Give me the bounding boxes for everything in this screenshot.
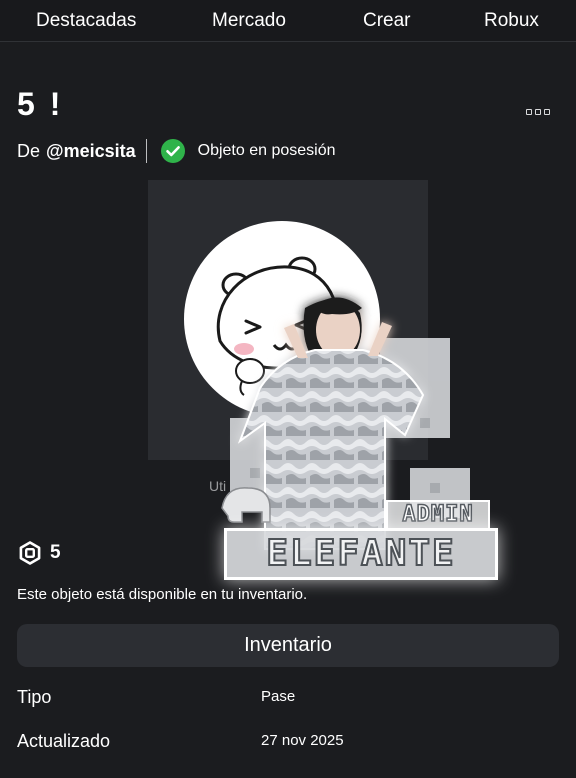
creator-prefix: De: [17, 140, 41, 161]
more-dot: [535, 109, 541, 115]
more-dot: [544, 109, 550, 115]
creator-divider: [145, 139, 147, 163]
nav-robux[interactable]: Robux: [484, 0, 539, 41]
nav-destacadas[interactable]: Destacadas: [36, 0, 136, 41]
price-value: 5: [50, 542, 61, 563]
top-navigation: Destacadas Mercado Crear Robux: [0, 0, 576, 42]
creator-link[interactable]: @meicsita: [46, 141, 136, 162]
more-options-icon[interactable]: [523, 104, 553, 120]
robux-icon: [19, 541, 41, 565]
detail-value-tipo: Pase: [261, 688, 296, 705]
availability-text: Este objeto está disponible en tu invent…: [17, 586, 308, 603]
more-dot: [526, 109, 532, 115]
creator-row: De @meicsita Objeto en posesión: [17, 138, 336, 164]
nav-crear[interactable]: Crear: [363, 0, 411, 41]
detail-value-actualizado: 27 nov 2025: [261, 732, 344, 749]
sticker-elefante-label: ELEFANTE: [224, 528, 498, 580]
item-title: 5 !: [17, 86, 64, 122]
item-details-page: Destacadas Mercado Crear Robux 5 ! De @m…: [0, 0, 576, 778]
detail-label-actualizado: Actualizado: [17, 731, 111, 751]
detail-label-tipo: Tipo: [17, 687, 52, 707]
owned-check-icon: [160, 139, 185, 163]
inventory-button[interactable]: Inventario: [17, 624, 559, 667]
admin-sticker-overlay: ADMIN ELEFANTE: [210, 268, 500, 588]
sticker-admin-label: ADMIN: [386, 500, 490, 530]
nav-mercado[interactable]: Mercado: [212, 0, 286, 41]
owned-status-text: Objeto en posesión: [197, 142, 336, 159]
price-row: 5: [18, 540, 61, 566]
